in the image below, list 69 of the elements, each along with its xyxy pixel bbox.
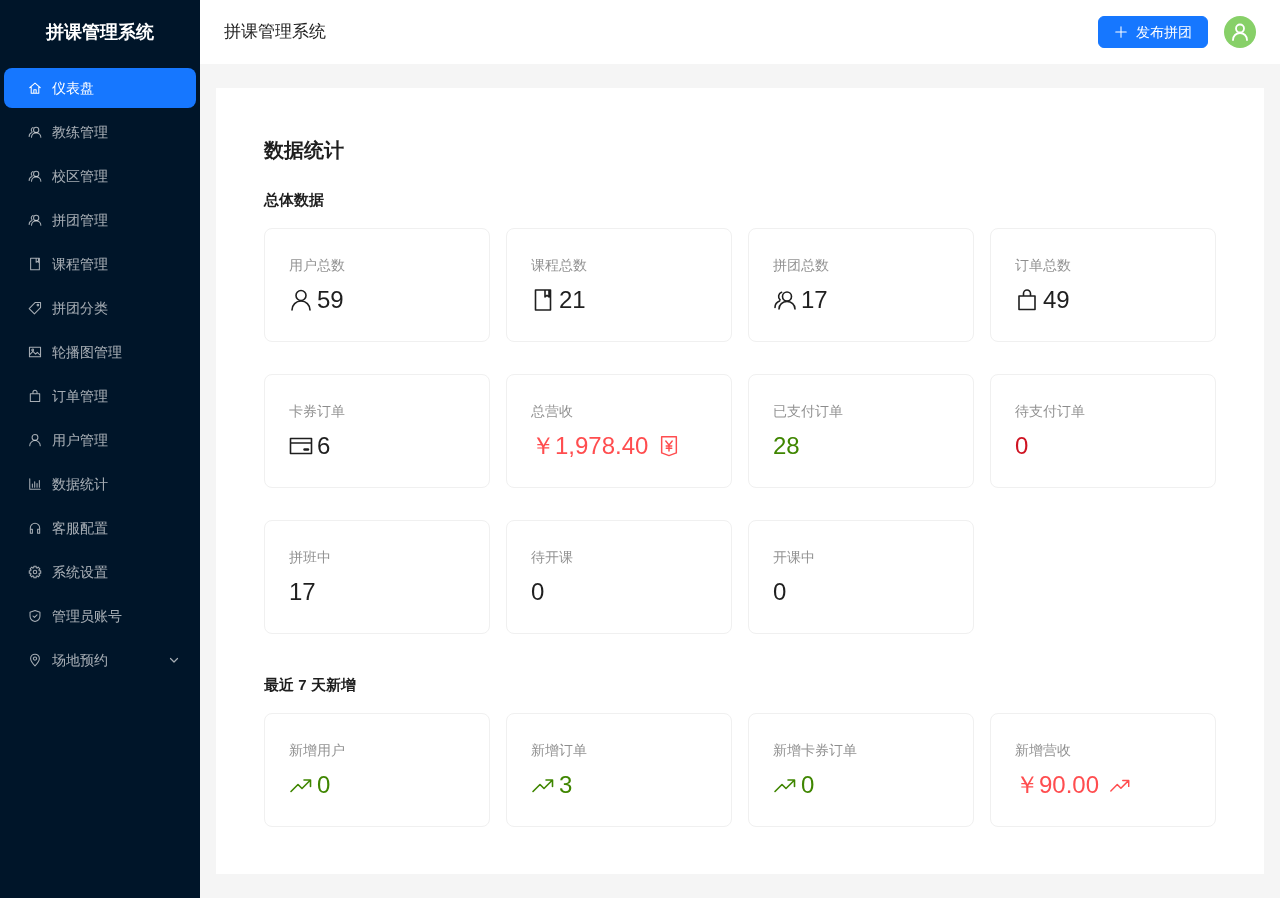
stat-label: 开课中 — [773, 548, 815, 567]
people-icon — [28, 169, 42, 183]
stat-value: 6 — [317, 431, 331, 461]
people-icon — [28, 125, 42, 139]
stat-label: 待支付订单 — [1015, 402, 1085, 421]
nav-item[interactable]: 校区管理 — [4, 156, 196, 196]
stat-label: 新增订单 — [531, 741, 587, 760]
stat-label: 新增营收 — [1015, 741, 1071, 760]
avatar-icon[interactable] — [1224, 16, 1256, 48]
nav-item[interactable]: 拼团管理 — [4, 200, 196, 240]
nav-item[interactable]: 仪表盘 — [4, 68, 196, 108]
stat-label: 已支付订单 — [773, 402, 843, 421]
stat-label: 新增卡券订单 — [773, 741, 857, 760]
nav-item[interactable]: 客服配置 — [4, 508, 196, 548]
nav-item[interactable]: 数据统计 — [4, 464, 196, 504]
stat-label: 订单总数 — [1015, 256, 1071, 275]
publish-button[interactable]: 发布拼团 — [1098, 16, 1208, 48]
people-icon — [28, 213, 42, 227]
people-icon — [773, 288, 797, 312]
nav-item[interactable]: 拼团分类 — [4, 288, 196, 328]
group-title: 总体数据 — [264, 190, 325, 210]
stat-value: 0 — [801, 770, 815, 800]
home-icon — [28, 81, 42, 95]
stat-value: 3 — [559, 770, 573, 800]
stat-label: 卡券订单 — [289, 402, 345, 421]
map-pin-icon — [28, 653, 42, 667]
bag-icon — [1015, 288, 1039, 312]
section-title: 数据统计 — [264, 138, 345, 163]
stat-label: 待开课 — [531, 548, 573, 567]
person-icon — [28, 433, 42, 447]
stat-value: ￥90.00 — [1015, 770, 1100, 800]
stat-value: 0 — [773, 577, 787, 607]
stat-label: 新增用户 — [289, 741, 345, 760]
stat-label: 用户总数 — [289, 256, 345, 275]
sidebar-title: 拼课管理系统 — [45, 21, 155, 44]
tag-icon — [28, 301, 42, 315]
nav-item[interactable]: 系统设置 — [4, 552, 196, 592]
stat-value: 28 — [773, 431, 800, 461]
headset-icon — [28, 521, 42, 535]
nav-item[interactable]: 用户管理 — [4, 420, 196, 460]
stat-value: 49 — [1043, 285, 1070, 315]
stat-value: 17 — [801, 285, 828, 315]
stat-label: 拼班中 — [289, 548, 331, 567]
stat-label: 课程总数 — [531, 256, 587, 275]
nav-item[interactable]: 教练管理 — [4, 112, 196, 152]
shield-icon — [28, 609, 42, 623]
stat-value: 21 — [559, 285, 586, 315]
stat-value: 0 — [317, 770, 331, 800]
image-icon — [28, 345, 42, 359]
nav-item[interactable]: 课程管理 — [4, 244, 196, 284]
stat-value: ￥1,978.40 — [531, 431, 649, 461]
stat-label: 拼团总数 — [773, 256, 829, 275]
stat-value: 59 — [317, 285, 344, 315]
plus-icon — [1114, 25, 1128, 39]
settings-icon — [28, 565, 42, 579]
stat-value: 17 — [289, 577, 316, 607]
stat-value: 0 — [1015, 431, 1029, 461]
book-icon — [28, 257, 42, 271]
nav-item[interactable]: 订单管理 — [4, 376, 196, 416]
stat-label: 总营收 — [531, 402, 573, 421]
bar-chart-icon — [28, 477, 42, 491]
page-title: 拼课管理系统 — [224, 21, 326, 44]
person-icon — [289, 288, 313, 312]
bag-icon — [28, 389, 42, 403]
nav-item[interactable]: 管理员账号 — [4, 596, 196, 636]
group-title: 最近 7 天新增 — [264, 675, 357, 695]
nav-item[interactable]: 轮播图管理 — [4, 332, 196, 372]
nav-item[interactable]: 场地预约 — [4, 640, 196, 680]
stat-value: 0 — [531, 577, 545, 607]
